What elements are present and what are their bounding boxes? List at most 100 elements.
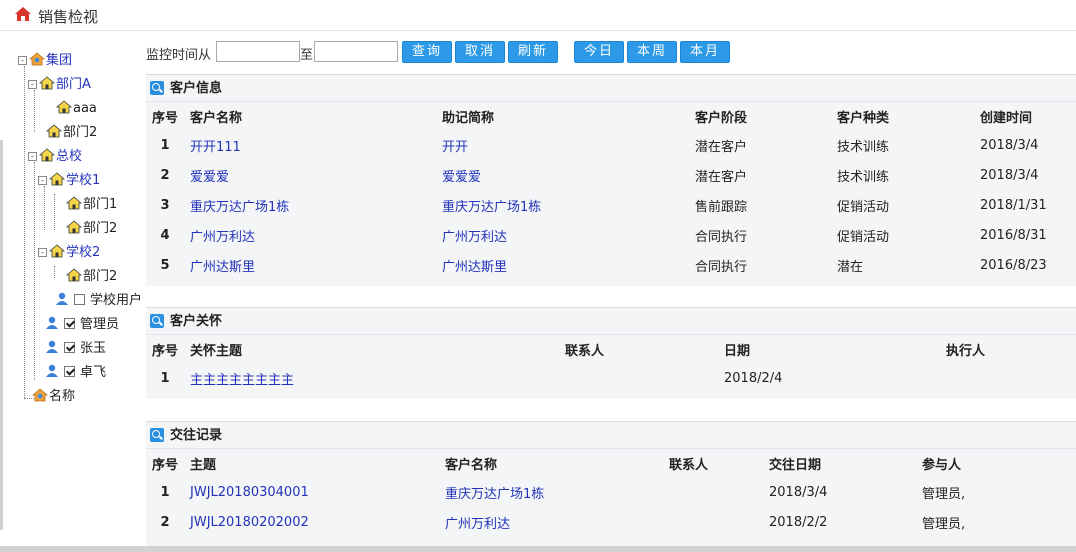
care-contact (559, 363, 718, 393)
tree-node-admin[interactable]: 管理员 (44, 315, 119, 335)
collapse-icon[interactable]: - (28, 152, 37, 161)
column-header: 主题 (184, 449, 439, 477)
cancel-button[interactable]: 取消 (455, 41, 505, 63)
customer-stage: 潜在客户 (695, 139, 748, 155)
org-icon (32, 388, 48, 402)
table-row: 1 JWJL20180304001 重庆万达广场1栋 2018/3/4 管理员, (146, 477, 1076, 507)
record-subject-link[interactable]: JWJL20180304001 (184, 477, 439, 507)
customer-stage: 合同执行 (695, 259, 748, 275)
search-icon (150, 428, 164, 442)
customer-name-link[interactable]: 开开111 (184, 130, 436, 160)
collapse-icon[interactable]: - (28, 80, 37, 89)
tree-node-dept2-school1[interactable]: 部门2 (66, 219, 117, 239)
tree-node-zhuofei[interactable]: 卓飞 (44, 363, 106, 383)
column-header: 联系人 (663, 449, 763, 477)
collapse-icon[interactable]: - (38, 248, 47, 257)
checkbox[interactable] (64, 342, 75, 353)
table-row: 1 开开111 开开 潜在客户 技术训练 2018/3/4 (146, 130, 1076, 160)
customer-stage: 潜在客户 (695, 169, 748, 185)
customer-alias-link[interactable]: 重庆万达广场1栋 (436, 190, 689, 220)
tree-node-label: 张玉 (80, 341, 107, 356)
record-customer-link[interactable]: 重庆万达广场1栋 (439, 477, 663, 507)
date-from-label: 监控时间从 (146, 48, 212, 63)
tree-node-name[interactable]: 名称 (32, 387, 75, 407)
today-button[interactable]: 今日 (574, 41, 624, 63)
date-from-input[interactable] (216, 41, 300, 62)
this-week-button[interactable]: 本周 (627, 41, 677, 63)
customer-alias-link[interactable]: 广州万利达 (436, 220, 689, 250)
tree-node-school1[interactable]: - 学校1 (38, 171, 100, 191)
panel-title: 客户信息 (170, 81, 223, 96)
created-date: 2018/3/4 (980, 167, 1039, 183)
collapse-icon[interactable]: - (18, 56, 27, 65)
tree-node-aaa[interactable]: aaa (56, 99, 97, 119)
customer-alias-link[interactable]: 开开 (436, 130, 689, 160)
checkbox[interactable] (74, 294, 85, 305)
tree-node-school-user[interactable]: 学校用户 (54, 291, 142, 311)
customer-name-link[interactable]: 爱爱爱 (184, 160, 436, 190)
column-header: 序号 (146, 449, 184, 477)
row-index: 5 (160, 257, 170, 273)
record-participants: 管理员, (922, 486, 966, 502)
record-subject-link[interactable]: JWJL20180202002 (184, 507, 439, 537)
tree-node-dept2-school2[interactable]: 部门2 (66, 267, 117, 287)
contacts-table: 序号 主题 客户名称 联系人 交往日期 参与人 1 JWJL2018030400… (146, 449, 1076, 537)
table-row: 2 JWJL20180202002 广州万利达 2018/2/2 管理员, (146, 507, 1076, 537)
customer-name-link[interactable]: 广州达斯里 (184, 250, 436, 280)
date-to-input[interactable] (314, 41, 398, 62)
row-index: 2 (160, 514, 170, 530)
page-title: 销售检视 (38, 8, 99, 26)
row-index: 1 (160, 370, 170, 386)
panel-header: 客户信息 (146, 75, 1076, 102)
care-topic-link[interactable]: 主主主主主主主主 (184, 363, 559, 393)
customer-name-link[interactable]: 广州万利达 (184, 220, 436, 250)
customer-type: 促销活动 (837, 199, 890, 215)
care-executor (940, 363, 1076, 393)
column-header: 客户种类 (831, 102, 974, 130)
tree-node-group[interactable]: - 集团 (18, 51, 72, 71)
table-header-row: 序号 主题 客户名称 联系人 交往日期 参与人 (146, 449, 1076, 477)
panel-header: 客户关怀 (146, 308, 1076, 335)
query-button[interactable]: 查询 (402, 41, 452, 63)
date-to-label: 至 (300, 48, 314, 63)
table-header-row: 序号 关怀主题 联系人 日期 执行人 (146, 335, 1076, 363)
table-row: 2 爱爱爱 爱爱爱 潜在客户 技术训练 2018/3/4 (146, 160, 1076, 190)
record-date: 2018/2/2 (769, 514, 828, 530)
home-icon (15, 7, 31, 21)
user-icon (46, 340, 58, 353)
tree-node-label: 部门2 (83, 269, 118, 284)
column-header: 关怀主题 (184, 335, 559, 363)
created-date: 2016/8/31 (980, 227, 1047, 243)
customer-alias-link[interactable]: 广州达斯里 (436, 250, 689, 280)
tree-node-label: 部门2 (83, 221, 118, 236)
refresh-button[interactable]: 刷新 (508, 41, 558, 63)
tree-node-school2[interactable]: - 学校2 (38, 243, 100, 263)
tree-node-dept1[interactable]: 部门1 (66, 195, 117, 215)
horizontal-scrollbar[interactable] (0, 546, 1076, 552)
tree-node-label: 部门2 (63, 125, 98, 140)
row-index: 1 (160, 484, 170, 500)
checkbox[interactable] (64, 318, 75, 329)
table-row: 3 重庆万达广场1栋 重庆万达广场1栋 售前跟踪 促销活动 2018/1/31 (146, 190, 1076, 220)
panel-title: 交往记录 (170, 428, 223, 443)
collapse-icon[interactable]: - (38, 176, 47, 185)
this-month-button[interactable]: 本月 (680, 41, 730, 63)
tree-node-dept2[interactable]: 部门2 (46, 123, 97, 143)
house-icon (66, 220, 82, 234)
checkbox[interactable] (64, 366, 75, 377)
house-icon (66, 268, 82, 282)
customer-name-link[interactable]: 重庆万达广场1栋 (184, 190, 436, 220)
table-header-row: 序号 客户名称 助记简称 客户阶段 客户种类 创建时间 (146, 102, 1076, 130)
record-customer-link[interactable]: 广州万利达 (439, 507, 663, 537)
customer-table: 序号 客户名称 助记简称 客户阶段 客户种类 创建时间 1 开开111 开开 潜… (146, 102, 1076, 280)
customer-type: 技术训练 (837, 169, 890, 185)
house-icon (39, 76, 55, 90)
left-scroll-edge (0, 140, 3, 530)
user-icon (46, 316, 58, 329)
tree-node-label: 部门A (56, 77, 91, 92)
customer-alias-link[interactable]: 爱爱爱 (436, 160, 689, 190)
tree-node-deptA[interactable]: - 部门A (28, 75, 91, 95)
tree-node-hq[interactable]: - 总校 (28, 147, 82, 167)
panel-title: 客户关怀 (170, 314, 223, 329)
tree-node-zhangyu[interactable]: 张玉 (44, 339, 106, 359)
